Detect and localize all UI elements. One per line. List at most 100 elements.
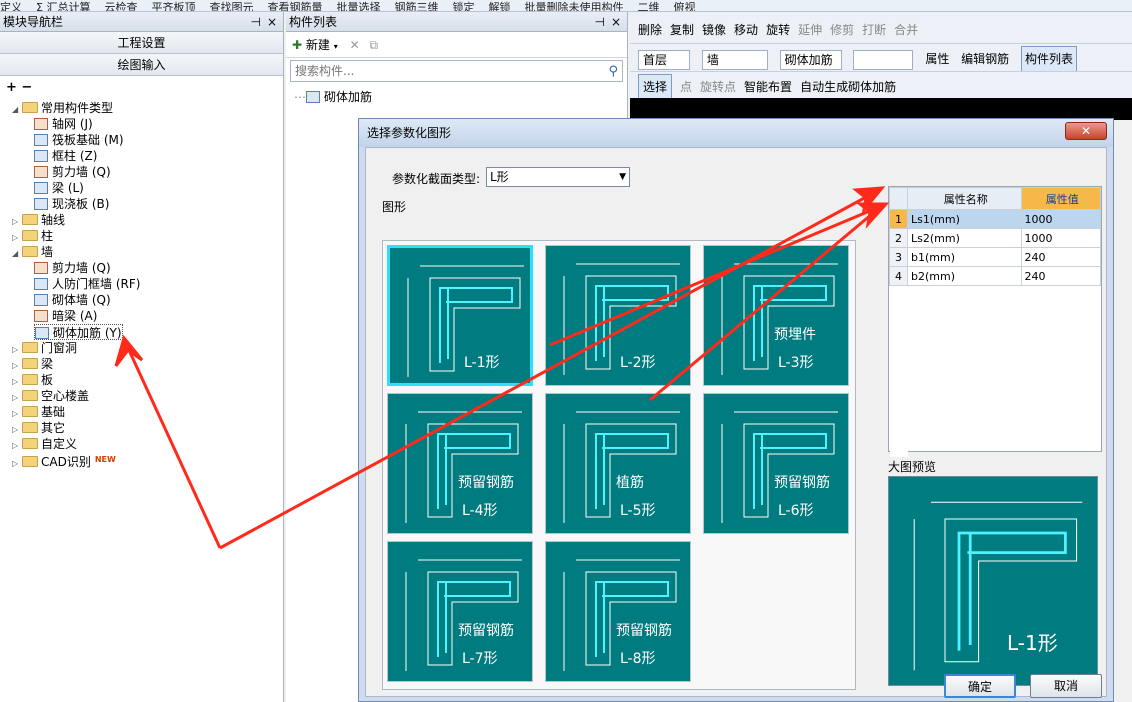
subtype-select[interactable]: 砌体加筋 bbox=[779, 49, 842, 70]
edit-tool-button[interactable]: 合并 bbox=[894, 18, 918, 42]
tree-item[interactable]: 梁 (L) bbox=[34, 180, 84, 196]
floor-select[interactable]: 首层 bbox=[638, 49, 690, 70]
shape-tile[interactable]: L-5形 植筋 bbox=[545, 393, 691, 534]
tree-folder[interactable]: ▷ 轴线 bbox=[12, 212, 65, 228]
toolbar-item[interactable]: 云检查 bbox=[104, 2, 137, 11]
property-value[interactable]: 240 bbox=[1020, 266, 1102, 286]
tree-item[interactable]: 砌体加筋 (Y) bbox=[34, 324, 123, 340]
property-value[interactable]: 240 bbox=[1020, 247, 1102, 267]
expand-toggle-icon[interactable]: ◢ bbox=[12, 246, 22, 262]
copy-icon[interactable]: ⧉ bbox=[369, 38, 378, 52]
toolbar-item[interactable]: 定义 bbox=[0, 2, 22, 11]
tree-folder[interactable]: ▷ 板 bbox=[12, 372, 53, 388]
edit-tool-button[interactable]: 删除 bbox=[638, 18, 662, 42]
attribute-button[interactable]: 属性 bbox=[925, 47, 949, 71]
pin-icon[interactable]: ⊣ bbox=[595, 12, 605, 32]
toolbar-item[interactable]: Σ 汇总计算 bbox=[36, 2, 90, 11]
delete-icon[interactable]: ✕ bbox=[350, 38, 360, 52]
edit-tool-button[interactable]: 镜像 bbox=[702, 18, 726, 42]
tree-item[interactable]: 筏板基础 (M) bbox=[34, 132, 124, 148]
edit-tool-button[interactable]: 旋转 bbox=[766, 18, 790, 42]
tree-folder[interactable]: ▷ 基础 bbox=[12, 404, 65, 420]
tree-item[interactable]: 砌体墙 (Q) bbox=[34, 292, 111, 308]
close-icon[interactable]: × bbox=[611, 12, 621, 32]
shape-tile[interactable]: L-3形 预埋件 bbox=[703, 245, 849, 386]
edit-tool-button[interactable]: 移动 bbox=[734, 18, 758, 42]
tree-item[interactable]: 轴网 (J) bbox=[34, 116, 93, 132]
property-value[interactable]: 1000 bbox=[1020, 228, 1102, 248]
toolbar-item[interactable]: 批量选择 bbox=[336, 2, 380, 11]
search-icon[interactable]: ⚲ bbox=[608, 62, 618, 82]
property-row[interactable]: 1 Ls1(mm) 1000 bbox=[889, 209, 1102, 229]
drawing-canvas[interactable] bbox=[630, 98, 1132, 120]
draw-tool-button[interactable]: 选择 bbox=[638, 74, 673, 99]
expand-toggle-icon[interactable]: ▷ bbox=[12, 456, 22, 472]
toolbar-item[interactable]: 平齐板顶 bbox=[151, 2, 195, 11]
toolbar-item[interactable]: 批量删除未使用构件 bbox=[524, 2, 623, 11]
shape-tile[interactable]: L-6形 预留钢筋 bbox=[703, 393, 849, 534]
project-settings-button[interactable]: 工程设置 bbox=[0, 32, 283, 54]
tree-item[interactable]: 人防门框墙 (RF) bbox=[34, 276, 140, 292]
tree-folder[interactable]: ▷ 门窗洞 bbox=[12, 340, 77, 356]
shape-tile[interactable]: L-1形 bbox=[387, 245, 533, 386]
cancel-button[interactable]: 取消 bbox=[1030, 674, 1102, 698]
property-row[interactable]: 3 b1(mm) 240 bbox=[889, 247, 1102, 267]
new-button[interactable]: 新建 bbox=[306, 38, 330, 52]
edit-tool-button[interactable]: 打断 bbox=[862, 18, 886, 42]
shape-tile[interactable]: L-8形 预留钢筋 bbox=[545, 541, 691, 682]
shape-tile[interactable]: L-2形 bbox=[545, 245, 691, 386]
component-list-button[interactable]: 构件列表 bbox=[1021, 46, 1078, 71]
tree-item[interactable]: 剪力墙 (Q) bbox=[34, 260, 111, 276]
tree-expand-collapse[interactable]: + − bbox=[0, 76, 283, 100]
toolbar-item[interactable]: 钢筋三维 bbox=[394, 2, 438, 11]
property-row[interactable]: 4 b2(mm) 240 bbox=[889, 266, 1102, 286]
pin-icon[interactable]: ⊣ bbox=[251, 12, 261, 32]
tree-item[interactable]: 框柱 (Z) bbox=[34, 148, 97, 164]
toolbar-item[interactable]: 解锁 bbox=[488, 2, 510, 11]
draw-tool-button[interactable]: 旋转点 bbox=[700, 75, 736, 99]
tree-folder[interactable]: ◢ 墙 bbox=[12, 244, 53, 260]
draw-tool-button[interactable]: 智能布置 bbox=[744, 75, 792, 99]
tree-folder[interactable]: ▷ 柱 bbox=[12, 228, 53, 244]
property-row[interactable]: 2 Ls2(mm) 1000 bbox=[889, 228, 1102, 248]
ok-button[interactable]: 确定 bbox=[944, 674, 1016, 698]
toolbar-item[interactable]: 查看钢筋量 bbox=[267, 2, 322, 11]
category-select[interactable]: 墙 bbox=[701, 49, 768, 70]
tree-item[interactable]: 现浇板 (B) bbox=[34, 196, 109, 212]
toolbar-item[interactable]: 查找图元 bbox=[209, 2, 253, 11]
toolbar-item[interactable]: 俯视 bbox=[673, 2, 695, 11]
expand-toggle-icon[interactable]: ◢ bbox=[12, 102, 22, 118]
tree-folder[interactable]: ▷ CAD识别 NEW bbox=[12, 452, 116, 469]
edit-tool-button[interactable]: 延伸 bbox=[798, 18, 822, 42]
shape-tile[interactable]: L-4形 预留钢筋 bbox=[387, 393, 533, 534]
search-input[interactable]: 搜索构件... ⚲ bbox=[290, 60, 623, 82]
toolbar-item[interactable]: 锁定 bbox=[452, 2, 474, 11]
close-button[interactable]: ✕ bbox=[1065, 122, 1107, 140]
draw-tool-button[interactable]: 自动生成砌体加筋 bbox=[800, 75, 896, 99]
draw-input-button[interactable]: 绘图输入 bbox=[0, 54, 283, 76]
section-type-select[interactable]: L形 ▼ bbox=[486, 167, 630, 187]
tree-folder[interactable]: ◢ 常用构件类型 bbox=[12, 100, 113, 116]
edit-rebar-button[interactable]: 编辑钢筋 bbox=[961, 47, 1009, 71]
edit-toolbar-row: 删除 复制 镜像 移动 旋转 延伸 修剪 打断 合并 bbox=[630, 18, 1132, 44]
property-name: b2(mm) bbox=[907, 266, 1022, 286]
dropdown-icon[interactable]: ▾ bbox=[334, 42, 338, 51]
tree-item[interactable]: 剪力墙 (Q) bbox=[34, 164, 111, 180]
tree-folder[interactable]: ▷ 其它 bbox=[12, 420, 65, 436]
close-icon[interactable]: × bbox=[267, 12, 277, 32]
shape-tile[interactable]: L-7形 预留钢筋 bbox=[387, 541, 533, 682]
tree-folder[interactable]: ▷ 空心楼盖 bbox=[12, 388, 89, 404]
edit-tool-button[interactable]: 修剪 bbox=[830, 18, 854, 42]
tree-folder[interactable]: ▷ 自定义 bbox=[12, 436, 77, 452]
tree-item[interactable]: 暗梁 (A) bbox=[34, 308, 97, 324]
tree-label: 常用构件类型 bbox=[41, 101, 114, 115]
new-icon: ✚ bbox=[292, 38, 303, 52]
property-value[interactable]: 1000 bbox=[1020, 209, 1102, 229]
edit-tool-button[interactable]: 复制 bbox=[670, 18, 694, 42]
tree-folder[interactable]: ▷ 梁 bbox=[12, 356, 53, 372]
list-item[interactable]: ⋯ 砌体加筋 bbox=[286, 84, 627, 104]
toolbar-item[interactable]: 二维 bbox=[637, 2, 659, 11]
property-name-header: 属性名称 bbox=[907, 187, 1022, 210]
draw-tool-button[interactable]: 点 bbox=[680, 75, 692, 99]
component-select[interactable] bbox=[853, 49, 914, 70]
